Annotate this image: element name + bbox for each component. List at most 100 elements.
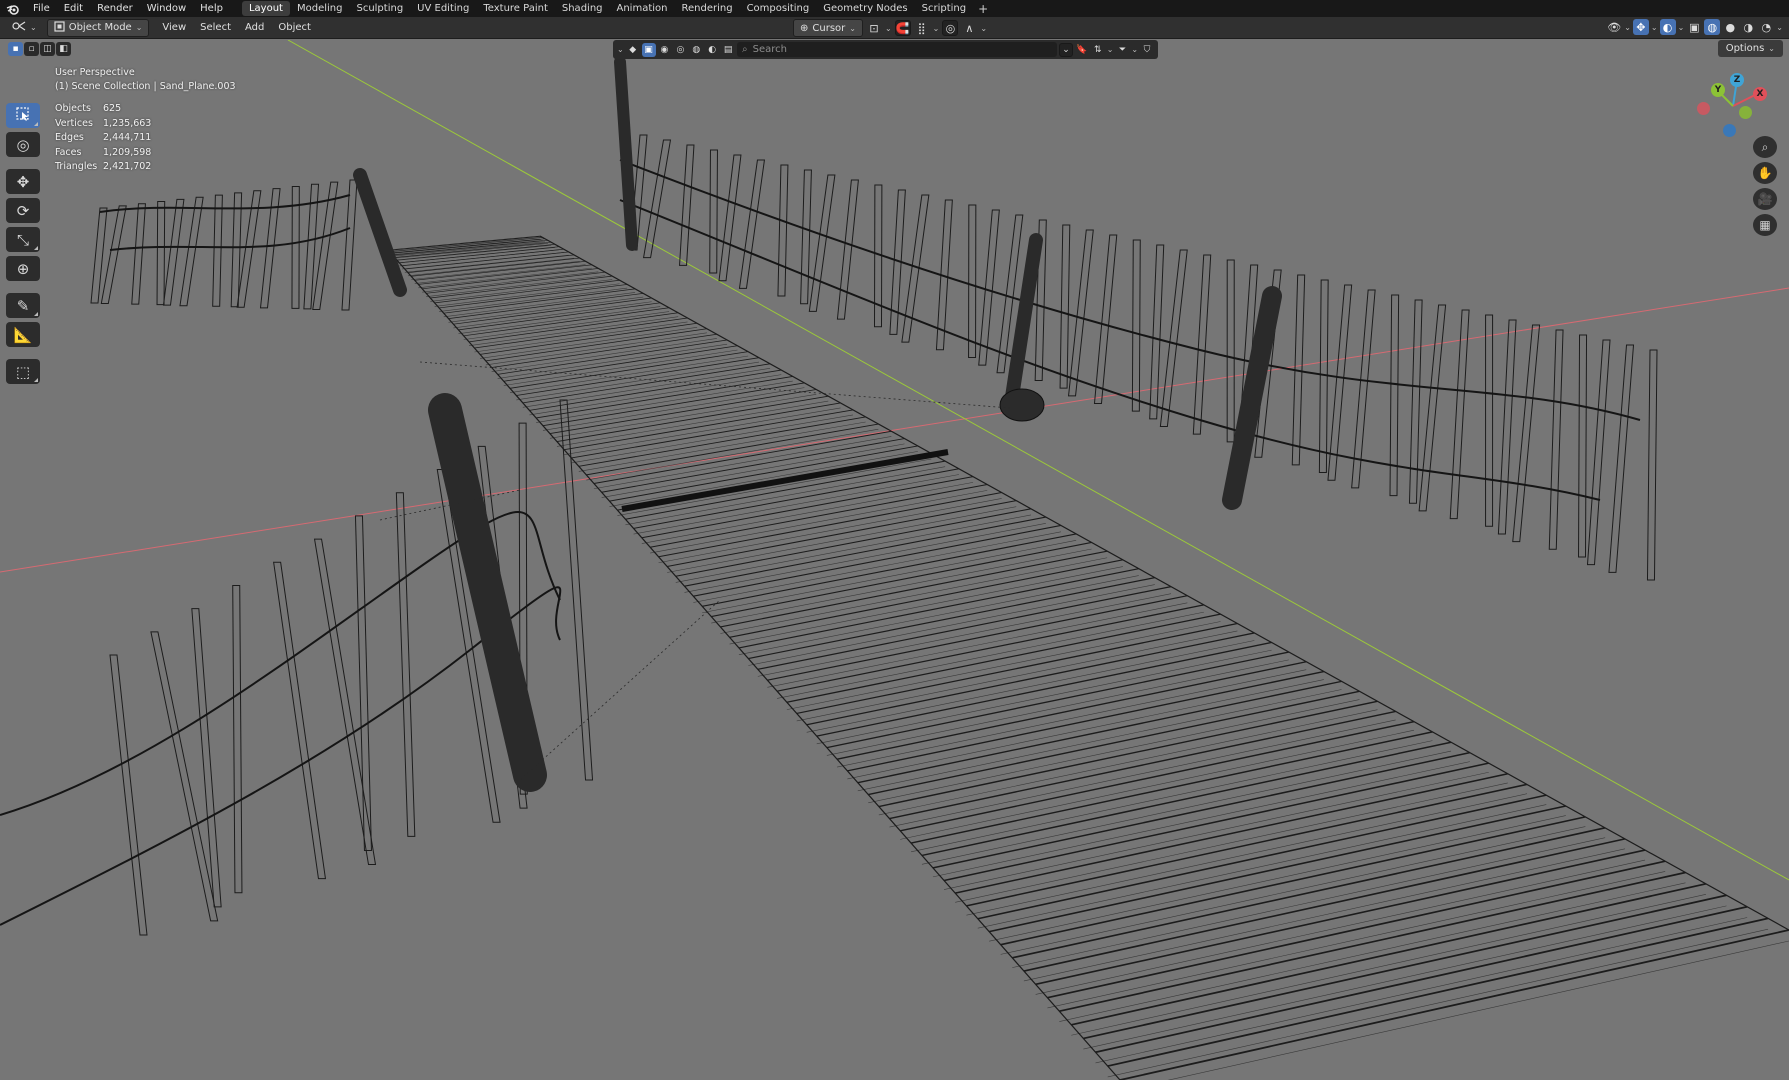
camera-icon[interactable]: 🎥 bbox=[1753, 188, 1777, 210]
menu-render[interactable]: Render bbox=[90, 0, 140, 17]
chevron-down-icon[interactable]: ⌄ bbox=[617, 45, 624, 54]
funnel-filter-icon[interactable]: ⏷ bbox=[1115, 43, 1129, 57]
zoom-icon[interactable]: ⌕ bbox=[1753, 136, 1777, 158]
transform-tool[interactable]: ⊕ bbox=[6, 256, 40, 281]
boardwalk-plank-edge bbox=[786, 621, 1221, 710]
shoes-mesh bbox=[999, 388, 1045, 422]
shield-icon[interactable]: ⛉ bbox=[1140, 43, 1154, 57]
fence-picket bbox=[1192, 254, 1212, 435]
wireframe-shading-icon[interactable]: ◍ bbox=[1704, 19, 1721, 35]
options-dropdown[interactable]: Options ⌄ bbox=[1717, 40, 1783, 57]
select-extend-icon[interactable]: ▫ bbox=[24, 42, 39, 56]
add-workspace-button[interactable]: + bbox=[973, 2, 993, 16]
tab-layout[interactable]: Layout bbox=[241, 1, 290, 16]
bookmark-icon[interactable]: 🔖 bbox=[1075, 43, 1089, 57]
pivot-point-icon[interactable]: ⊡ bbox=[866, 20, 882, 36]
boardwalk-plank-edge bbox=[390, 241, 545, 257]
annotate-tool[interactable]: ✎ bbox=[6, 293, 40, 318]
select-subtract-icon[interactable]: ◫ bbox=[40, 42, 55, 56]
tab-scripting[interactable]: Scripting bbox=[915, 1, 973, 16]
overlays-toggle-icon[interactable]: ◐ bbox=[1659, 19, 1676, 35]
snap-target-icon[interactable]: ⣿ bbox=[914, 20, 930, 36]
tab-compositing[interactable]: Compositing bbox=[740, 1, 817, 16]
fence-picket bbox=[808, 174, 836, 312]
snap-icon[interactable]: 🧲 bbox=[894, 20, 911, 36]
chevron-down-icon: ⌄ bbox=[30, 23, 37, 32]
rotate-tool[interactable]: ⟳ bbox=[6, 198, 40, 223]
menu-view[interactable]: View bbox=[155, 22, 193, 33]
tab-uv-editing[interactable]: UV Editing bbox=[410, 1, 476, 16]
gizmo-neg-y[interactable] bbox=[1739, 106, 1752, 119]
gizmo-neg-z[interactable] bbox=[1723, 124, 1736, 137]
add-cube-icon: ⬚ bbox=[15, 362, 31, 381]
rendered-shading-icon[interactable]: ◔ bbox=[1758, 19, 1774, 35]
boardwalk-plank-edge bbox=[1012, 837, 1606, 968]
tab-sculpting[interactable]: Sculpting bbox=[349, 1, 410, 16]
tab-shading[interactable]: Shading bbox=[555, 1, 610, 16]
3d-viewport[interactable]: ◎ ✥ ⟳ ⤡ ⊕ ✎ 📐 ⬚ User Perspective (1) Sce… bbox=[0, 40, 1789, 1080]
proportional-edit-icon[interactable]: ◎ bbox=[942, 20, 959, 36]
filter-sphere-icon[interactable]: ◉ bbox=[658, 43, 672, 57]
measure-tool[interactable]: 📐 bbox=[6, 322, 40, 347]
filter-light-icon[interactable]: ◎ bbox=[673, 43, 687, 57]
fence-picket bbox=[1226, 259, 1235, 443]
boardwalk-plank-edge bbox=[601, 443, 905, 498]
blender-logo-icon[interactable] bbox=[0, 0, 26, 17]
menu-edit[interactable]: Edit bbox=[57, 0, 90, 17]
tab-animation[interactable]: Animation bbox=[610, 1, 675, 16]
visibility-icon[interactable]: 👁 bbox=[1606, 19, 1622, 35]
xray-toggle-icon[interactable]: ▣ bbox=[1686, 19, 1702, 35]
material-shading-icon[interactable]: ◑ bbox=[1740, 19, 1756, 35]
menu-select[interactable]: Select bbox=[193, 22, 238, 33]
select-new-icon[interactable]: ▪ bbox=[8, 42, 23, 56]
menu-window[interactable]: Window bbox=[140, 0, 193, 17]
boardwalk-plank bbox=[767, 595, 1188, 681]
boardwalk-plank bbox=[434, 279, 620, 304]
menu-help[interactable]: Help bbox=[193, 0, 230, 17]
filter-chevron-icon[interactable]: ⌄ bbox=[1059, 42, 1073, 57]
fence-picket bbox=[1327, 284, 1353, 481]
sort-icon[interactable]: ⇅ bbox=[1091, 43, 1105, 57]
fence-picket bbox=[800, 169, 812, 305]
editor-type-button[interactable]: ⌄ bbox=[6, 19, 43, 37]
select-box-tool[interactable] bbox=[6, 103, 40, 128]
display-mode-icon[interactable]: ◆ bbox=[626, 43, 640, 57]
tab-modeling[interactable]: Modeling bbox=[290, 1, 350, 16]
gizmo-y-axis[interactable]: Y bbox=[1711, 83, 1725, 97]
move-tool[interactable]: ✥ bbox=[6, 169, 40, 194]
tab-texture-paint[interactable]: Texture Paint bbox=[476, 1, 555, 16]
boardwalk-plank-edge bbox=[921, 750, 1452, 865]
tab-geometry-nodes[interactable]: Geometry Nodes bbox=[816, 1, 914, 16]
cursor-tool[interactable]: ◎ bbox=[6, 132, 40, 157]
boardwalk-plank bbox=[443, 288, 636, 314]
gizmo-toggle-icon[interactable]: ✥ bbox=[1632, 19, 1649, 35]
gizmo-neg-x[interactable] bbox=[1697, 102, 1710, 115]
boardwalk-plank-edge bbox=[536, 380, 793, 423]
viewport-right-controls: 👁 ⌄ ✥ ⌄ ◐ ⌄ ▣ ◍ ● ◑ ◔ ⌄ bbox=[1606, 19, 1789, 35]
gizmo-x-axis[interactable]: X bbox=[1753, 87, 1767, 101]
fence-wire bbox=[99, 194, 351, 213]
transform-orientation-select[interactable]: ⊕ Cursor ⌄ bbox=[793, 19, 863, 37]
add-cube-tool[interactable]: ⬚ bbox=[6, 359, 40, 384]
menu-add[interactable]: Add bbox=[238, 22, 271, 33]
filter-other-icon[interactable]: ▤ bbox=[721, 43, 735, 57]
mode-select[interactable]: Object Mode ⌄ bbox=[46, 18, 150, 37]
gizmo-z-axis[interactable]: Z bbox=[1730, 73, 1744, 87]
search-input[interactable]: ⌕ Search bbox=[737, 42, 1058, 57]
select-intersect-icon[interactable]: ◧ bbox=[56, 42, 71, 56]
navigation-gizmo[interactable]: Z X Y bbox=[1697, 70, 1769, 140]
scale-tool[interactable]: ⤡ bbox=[6, 227, 40, 252]
boardwalk-plank-edge bbox=[720, 557, 1108, 634]
tab-rendering[interactable]: Rendering bbox=[674, 1, 739, 16]
filter-mesh-icon[interactable]: ▣ bbox=[641, 42, 656, 57]
grid-ortho-icon[interactable]: ▦ bbox=[1753, 214, 1777, 236]
solid-shading-icon[interactable]: ● bbox=[1722, 19, 1738, 35]
filter-world-icon[interactable]: ◍ bbox=[689, 43, 703, 57]
menu-file[interactable]: File bbox=[26, 0, 57, 17]
pan-hand-icon[interactable]: ✋ bbox=[1753, 162, 1777, 184]
boardwalk-plank-edge bbox=[418, 267, 592, 289]
boardwalk-plank bbox=[1119, 929, 1789, 1080]
filter-camera-icon[interactable]: ◐ bbox=[705, 43, 719, 57]
falloff-icon[interactable]: ∧ bbox=[961, 20, 977, 36]
menu-object[interactable]: Object bbox=[271, 22, 318, 33]
